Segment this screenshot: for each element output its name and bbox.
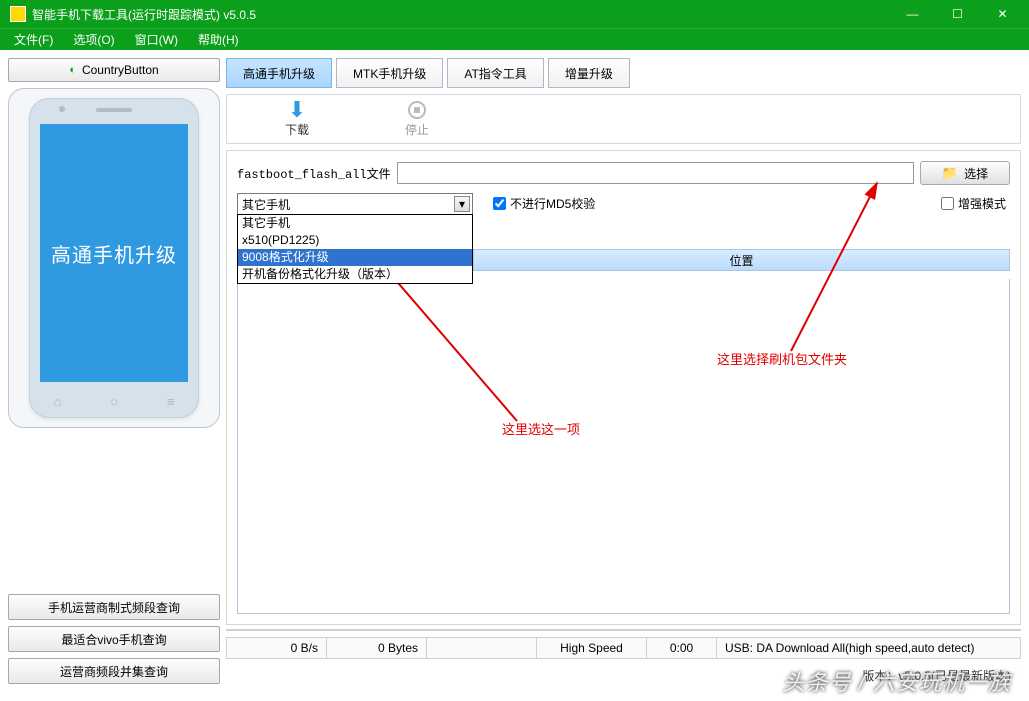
right-pane: 高通手机升级 MTK手机升级 AT指令工具 增量升级 ⬇ 下载 停止 fastb… xyxy=(226,58,1021,684)
options-row: 其它手机 ▾ 其它手机 x510(PD1225) 9008格式化升级 开机备份格… xyxy=(237,193,1010,215)
country-button-label: CountryButton xyxy=(82,63,159,77)
vivo-query-button[interactable]: 最适合vivo手机查询 xyxy=(8,626,220,652)
status-time: 0:00 xyxy=(647,638,717,658)
work-area: fastboot_flash_all文件 📁 选择 其它手机 ▾ 其它手机 x5… xyxy=(226,150,1021,625)
tab-qualcomm[interactable]: 高通手机升级 xyxy=(226,58,332,88)
version-line: 版本：v5.0.5(已是最新版本) xyxy=(226,665,1021,684)
enhanced-checkbox[interactable]: 增强模式 xyxy=(941,195,1006,212)
titlebar: 智能手机下载工具(运行时跟踪模式) v5.0.5 — ☐ ✕ xyxy=(0,0,1029,28)
phone-speaker-icon xyxy=(96,108,132,112)
freq-union-button[interactable]: 运营商频段并集查询 xyxy=(8,658,220,684)
tab-at[interactable]: AT指令工具 xyxy=(447,58,543,88)
phone-screen-text: 高通手机升级 xyxy=(40,124,188,382)
tab-mtk[interactable]: MTK手机升级 xyxy=(336,58,443,88)
back-icon: ⌂ xyxy=(53,394,61,409)
stop-label: 停止 xyxy=(405,121,429,138)
phone-nav-icons: ⌂ ○ ≡ xyxy=(29,394,199,409)
enhanced-label: 增强模式 xyxy=(958,195,1006,212)
menu-help[interactable]: 帮助(H) xyxy=(188,29,249,50)
home-icon: ○ xyxy=(110,394,118,409)
combo-option[interactable]: 9008格式化升级 xyxy=(238,249,472,266)
stop-button[interactable]: 停止 xyxy=(387,101,447,138)
tabs: 高通手机升级 MTK手机升级 AT指令工具 增量升级 xyxy=(226,58,1021,88)
status-empty xyxy=(427,638,537,658)
menubar: 文件(F) 选项(O) 窗口(W) 帮助(H) xyxy=(0,28,1029,50)
select-button-label: 选择 xyxy=(964,165,988,182)
file-path-input[interactable] xyxy=(397,162,914,184)
phone-body: 高通手机升级 ⌂ ○ ≡ xyxy=(29,98,199,418)
device-combo[interactable]: 其它手机 ▾ xyxy=(237,193,473,215)
close-button[interactable]: ✕ xyxy=(980,0,1025,28)
select-file-button[interactable]: 📁 选择 xyxy=(920,161,1010,185)
phone-camera-icon xyxy=(59,106,65,112)
recents-icon: ≡ xyxy=(167,394,175,409)
combo-option[interactable]: 其它手机 xyxy=(238,215,472,232)
window-title: 智能手机下载工具(运行时跟踪模式) v5.0.5 xyxy=(32,6,890,23)
status-speed: 0 B/s xyxy=(227,638,327,658)
combo-option[interactable]: x510(PD1225) xyxy=(238,232,472,249)
status-bar: 0 B/s 0 Bytes High Speed 0:00 USB: DA Do… xyxy=(226,637,1021,659)
enhanced-checkbox-input[interactable] xyxy=(941,197,954,210)
app-icon xyxy=(10,6,26,22)
tab-incremental[interactable]: 增量升级 xyxy=(548,58,630,88)
globe-icon: ◐ xyxy=(69,64,76,76)
md5-label: 不进行MD5校验 xyxy=(510,195,595,212)
toolbar: ⬇ 下载 停止 xyxy=(226,94,1021,144)
location-table-body[interactable] xyxy=(237,279,1010,614)
download-button[interactable]: ⬇ 下载 xyxy=(267,101,327,138)
carrier-query-button[interactable]: 手机运营商制式频段查询 xyxy=(8,594,220,620)
md5-checkbox[interactable]: 不进行MD5校验 xyxy=(493,195,595,212)
file-row: fastboot_flash_all文件 📁 选择 xyxy=(237,161,1010,185)
maximize-button[interactable]: ☐ xyxy=(935,0,980,28)
download-label: 下载 xyxy=(285,121,309,138)
phone-preview: 高通手机升级 ⌂ ○ ≡ xyxy=(8,88,220,428)
stop-icon xyxy=(408,101,426,119)
minimize-button[interactable]: — xyxy=(890,0,935,28)
menu-file[interactable]: 文件(F) xyxy=(4,29,63,50)
left-pane: ◐ CountryButton 高通手机升级 ⌂ ○ ≡ 手机运营商制式频段查询… xyxy=(8,58,220,684)
country-button[interactable]: ◐ CountryButton xyxy=(8,58,220,82)
combo-option[interactable]: 开机备份格式化升级（版本） xyxy=(238,266,472,283)
combo-value: 其它手机 xyxy=(242,196,290,213)
status-bytes: 0 Bytes xyxy=(327,638,427,658)
col-position: 位置 xyxy=(474,250,1009,270)
folder-icon: 📁 xyxy=(942,165,958,181)
device-combo-wrap: 其它手机 ▾ 其它手机 x510(PD1225) 9008格式化升级 开机备份格… xyxy=(237,193,473,215)
status-usb: USB: DA Download All(high speed,auto det… xyxy=(717,638,1020,658)
device-combo-popup: 其它手机 x510(PD1225) 9008格式化升级 开机备份格式化升级（版本… xyxy=(237,214,473,284)
status-highspeed: High Speed xyxy=(537,638,647,658)
client-area: ◐ CountryButton 高通手机升级 ⌂ ○ ≡ 手机运营商制式频段查询… xyxy=(0,50,1029,692)
status-separator xyxy=(226,629,1021,631)
chevron-down-icon: ▾ xyxy=(454,196,470,212)
menu-options[interactable]: 选项(O) xyxy=(63,29,124,50)
file-label: fastboot_flash_all文件 xyxy=(237,165,391,182)
download-arrow-icon: ⬇ xyxy=(288,101,306,119)
md5-checkbox-input[interactable] xyxy=(493,197,506,210)
menu-window[interactable]: 窗口(W) xyxy=(125,29,188,50)
